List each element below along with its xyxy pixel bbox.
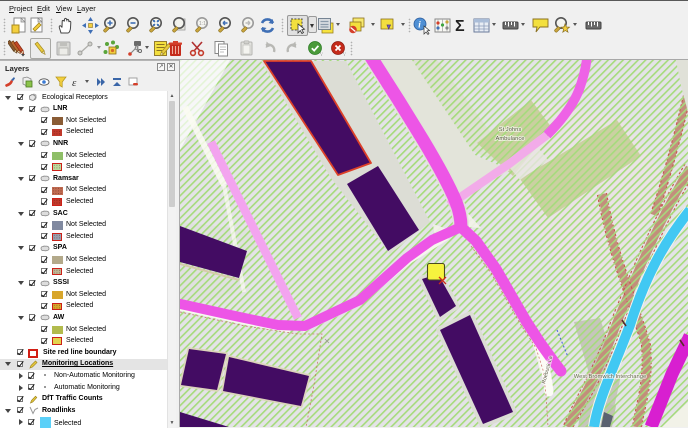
svg-text:Ambulance: Ambulance [495, 136, 524, 142]
svg-text:1:1: 1:1 [199, 21, 206, 27]
svg-text:Σ: Σ [455, 18, 465, 35]
svg-text:West Bromwich Interchange: West Bromwich Interchange [574, 374, 646, 380]
svg-text:ε: ε [72, 77, 77, 88]
svg-text:St Johns: St Johns [499, 127, 522, 133]
